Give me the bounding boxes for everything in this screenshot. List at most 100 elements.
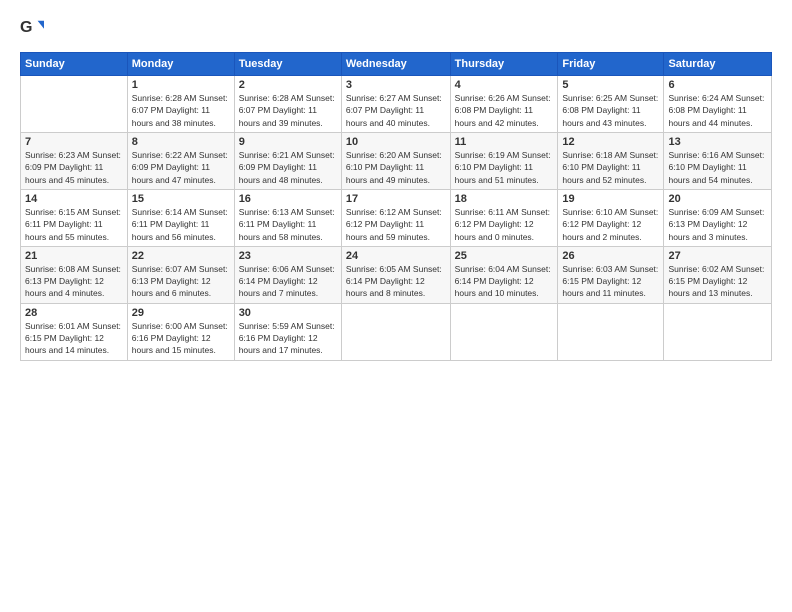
- calendar-cell: 15Sunrise: 6:14 AM Sunset: 6:11 PM Dayli…: [127, 189, 234, 246]
- calendar-week-row: 21Sunrise: 6:08 AM Sunset: 6:13 PM Dayli…: [21, 246, 772, 303]
- day-number: 29: [132, 307, 230, 319]
- header: G: [20, 16, 772, 40]
- weekday-header: Monday: [127, 53, 234, 76]
- calendar-cell: 3Sunrise: 6:27 AM Sunset: 6:07 PM Daylig…: [341, 76, 450, 133]
- weekday-header: Wednesday: [341, 53, 450, 76]
- day-number: 14: [25, 193, 123, 205]
- calendar-cell: 14Sunrise: 6:15 AM Sunset: 6:11 PM Dayli…: [21, 189, 128, 246]
- day-info: Sunrise: 6:04 AM Sunset: 6:14 PM Dayligh…: [455, 263, 554, 300]
- day-info: Sunrise: 6:05 AM Sunset: 6:14 PM Dayligh…: [346, 263, 446, 300]
- day-number: 7: [25, 136, 123, 148]
- day-info: Sunrise: 6:24 AM Sunset: 6:08 PM Dayligh…: [668, 92, 767, 129]
- calendar-cell: 27Sunrise: 6:02 AM Sunset: 6:15 PM Dayli…: [664, 246, 772, 303]
- calendar-cell: [21, 76, 128, 133]
- calendar-cell: [664, 303, 772, 360]
- calendar-cell: 4Sunrise: 6:26 AM Sunset: 6:08 PM Daylig…: [450, 76, 558, 133]
- calendar-cell: [341, 303, 450, 360]
- day-number: 3: [346, 79, 446, 91]
- day-number: 11: [455, 136, 554, 148]
- day-info: Sunrise: 6:01 AM Sunset: 6:15 PM Dayligh…: [25, 320, 123, 357]
- calendar-cell: 23Sunrise: 6:06 AM Sunset: 6:14 PM Dayli…: [234, 246, 341, 303]
- day-info: Sunrise: 6:20 AM Sunset: 6:10 PM Dayligh…: [346, 149, 446, 186]
- day-info: Sunrise: 5:59 AM Sunset: 6:16 PM Dayligh…: [239, 320, 337, 357]
- svg-text:G: G: [20, 19, 32, 36]
- day-info: Sunrise: 6:07 AM Sunset: 6:13 PM Dayligh…: [132, 263, 230, 300]
- weekday-header: Saturday: [664, 53, 772, 76]
- weekday-header: Sunday: [21, 53, 128, 76]
- day-info: Sunrise: 6:23 AM Sunset: 6:09 PM Dayligh…: [25, 149, 123, 186]
- day-info: Sunrise: 6:16 AM Sunset: 6:10 PM Dayligh…: [668, 149, 767, 186]
- logo: G: [20, 16, 48, 40]
- weekday-header: Friday: [558, 53, 664, 76]
- calendar-cell: 29Sunrise: 6:00 AM Sunset: 6:16 PM Dayli…: [127, 303, 234, 360]
- calendar-header-row: SundayMondayTuesdayWednesdayThursdayFrid…: [21, 53, 772, 76]
- day-number: 19: [562, 193, 659, 205]
- calendar-cell: 17Sunrise: 6:12 AM Sunset: 6:12 PM Dayli…: [341, 189, 450, 246]
- calendar-cell: 2Sunrise: 6:28 AM Sunset: 6:07 PM Daylig…: [234, 76, 341, 133]
- calendar-cell: 5Sunrise: 6:25 AM Sunset: 6:08 PM Daylig…: [558, 76, 664, 133]
- calendar-cell: 10Sunrise: 6:20 AM Sunset: 6:10 PM Dayli…: [341, 132, 450, 189]
- day-info: Sunrise: 6:08 AM Sunset: 6:13 PM Dayligh…: [25, 263, 123, 300]
- day-info: Sunrise: 6:22 AM Sunset: 6:09 PM Dayligh…: [132, 149, 230, 186]
- day-info: Sunrise: 6:09 AM Sunset: 6:13 PM Dayligh…: [668, 206, 767, 243]
- day-number: 21: [25, 250, 123, 262]
- day-info: Sunrise: 6:03 AM Sunset: 6:15 PM Dayligh…: [562, 263, 659, 300]
- day-info: Sunrise: 6:19 AM Sunset: 6:10 PM Dayligh…: [455, 149, 554, 186]
- day-number: 13: [668, 136, 767, 148]
- day-number: 16: [239, 193, 337, 205]
- day-number: 15: [132, 193, 230, 205]
- calendar-cell: 18Sunrise: 6:11 AM Sunset: 6:12 PM Dayli…: [450, 189, 558, 246]
- calendar-week-row: 1Sunrise: 6:28 AM Sunset: 6:07 PM Daylig…: [21, 76, 772, 133]
- logo-icon: G: [20, 16, 44, 40]
- calendar-week-row: 7Sunrise: 6:23 AM Sunset: 6:09 PM Daylig…: [21, 132, 772, 189]
- calendar-cell: 11Sunrise: 6:19 AM Sunset: 6:10 PM Dayli…: [450, 132, 558, 189]
- day-number: 5: [562, 79, 659, 91]
- day-number: 23: [239, 250, 337, 262]
- day-number: 2: [239, 79, 337, 91]
- day-number: 6: [668, 79, 767, 91]
- day-info: Sunrise: 6:06 AM Sunset: 6:14 PM Dayligh…: [239, 263, 337, 300]
- day-number: 17: [346, 193, 446, 205]
- calendar-cell: 6Sunrise: 6:24 AM Sunset: 6:08 PM Daylig…: [664, 76, 772, 133]
- day-number: 27: [668, 250, 767, 262]
- day-info: Sunrise: 6:21 AM Sunset: 6:09 PM Dayligh…: [239, 149, 337, 186]
- day-info: Sunrise: 6:28 AM Sunset: 6:07 PM Dayligh…: [132, 92, 230, 129]
- day-number: 18: [455, 193, 554, 205]
- weekday-header: Tuesday: [234, 53, 341, 76]
- calendar-cell: 28Sunrise: 6:01 AM Sunset: 6:15 PM Dayli…: [21, 303, 128, 360]
- day-number: 8: [132, 136, 230, 148]
- day-number: 26: [562, 250, 659, 262]
- calendar-cell: 9Sunrise: 6:21 AM Sunset: 6:09 PM Daylig…: [234, 132, 341, 189]
- day-number: 22: [132, 250, 230, 262]
- calendar-cell: 20Sunrise: 6:09 AM Sunset: 6:13 PM Dayli…: [664, 189, 772, 246]
- calendar-cell: 30Sunrise: 5:59 AM Sunset: 6:16 PM Dayli…: [234, 303, 341, 360]
- day-info: Sunrise: 6:10 AM Sunset: 6:12 PM Dayligh…: [562, 206, 659, 243]
- day-info: Sunrise: 6:26 AM Sunset: 6:08 PM Dayligh…: [455, 92, 554, 129]
- day-number: 4: [455, 79, 554, 91]
- day-info: Sunrise: 6:11 AM Sunset: 6:12 PM Dayligh…: [455, 206, 554, 243]
- calendar-cell: 26Sunrise: 6:03 AM Sunset: 6:15 PM Dayli…: [558, 246, 664, 303]
- calendar-cell: 8Sunrise: 6:22 AM Sunset: 6:09 PM Daylig…: [127, 132, 234, 189]
- calendar-table: SundayMondayTuesdayWednesdayThursdayFrid…: [20, 52, 772, 361]
- calendar-cell: [450, 303, 558, 360]
- calendar-cell: 7Sunrise: 6:23 AM Sunset: 6:09 PM Daylig…: [21, 132, 128, 189]
- day-number: 24: [346, 250, 446, 262]
- calendar-cell: 25Sunrise: 6:04 AM Sunset: 6:14 PM Dayli…: [450, 246, 558, 303]
- calendar-week-row: 28Sunrise: 6:01 AM Sunset: 6:15 PM Dayli…: [21, 303, 772, 360]
- day-info: Sunrise: 6:13 AM Sunset: 6:11 PM Dayligh…: [239, 206, 337, 243]
- calendar-cell: 1Sunrise: 6:28 AM Sunset: 6:07 PM Daylig…: [127, 76, 234, 133]
- day-number: 28: [25, 307, 123, 319]
- weekday-header: Thursday: [450, 53, 558, 76]
- day-number: 10: [346, 136, 446, 148]
- day-info: Sunrise: 6:27 AM Sunset: 6:07 PM Dayligh…: [346, 92, 446, 129]
- day-number: 1: [132, 79, 230, 91]
- day-info: Sunrise: 6:15 AM Sunset: 6:11 PM Dayligh…: [25, 206, 123, 243]
- calendar-cell: 12Sunrise: 6:18 AM Sunset: 6:10 PM Dayli…: [558, 132, 664, 189]
- day-info: Sunrise: 6:12 AM Sunset: 6:12 PM Dayligh…: [346, 206, 446, 243]
- day-info: Sunrise: 6:14 AM Sunset: 6:11 PM Dayligh…: [132, 206, 230, 243]
- calendar-cell: 22Sunrise: 6:07 AM Sunset: 6:13 PM Dayli…: [127, 246, 234, 303]
- day-info: Sunrise: 6:28 AM Sunset: 6:07 PM Dayligh…: [239, 92, 337, 129]
- day-number: 25: [455, 250, 554, 262]
- calendar-cell: 19Sunrise: 6:10 AM Sunset: 6:12 PM Dayli…: [558, 189, 664, 246]
- day-number: 20: [668, 193, 767, 205]
